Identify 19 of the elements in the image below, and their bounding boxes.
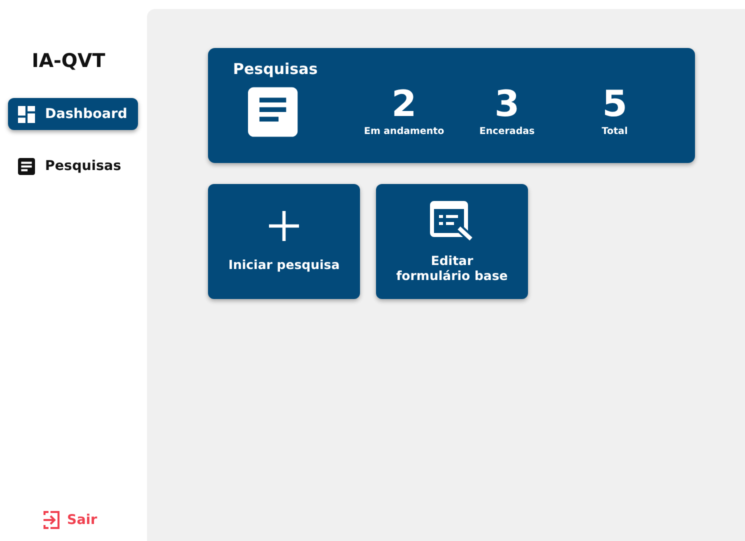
plus-icon <box>269 211 299 241</box>
app-title: IA-QVT <box>30 50 106 72</box>
stat-value: 3 <box>494 86 520 124</box>
action-card[interactable]: Iniciar pesquisa <box>208 184 360 299</box>
stat-label: Em andamento <box>364 126 444 137</box>
form-edit-icon <box>430 200 474 242</box>
stat-value: 5 <box>602 86 628 124</box>
nav-item[interactable]: Pesquisas <box>8 150 138 182</box>
dashboard-icon <box>18 106 35 122</box>
stat-label: Total <box>602 126 628 137</box>
document-icon <box>248 86 298 138</box>
action-card[interactable]: Editar formulário base <box>376 184 528 299</box>
stat-label: Enceradas <box>479 126 535 137</box>
card-title: Pesquisas <box>233 60 319 78</box>
document-icon <box>18 158 35 174</box>
stat-value: 2 <box>392 86 417 124</box>
nav-item[interactable]: Dashboard <box>8 98 138 130</box>
logout-button[interactable]: Sair <box>42 510 98 530</box>
exit-icon <box>42 510 61 530</box>
